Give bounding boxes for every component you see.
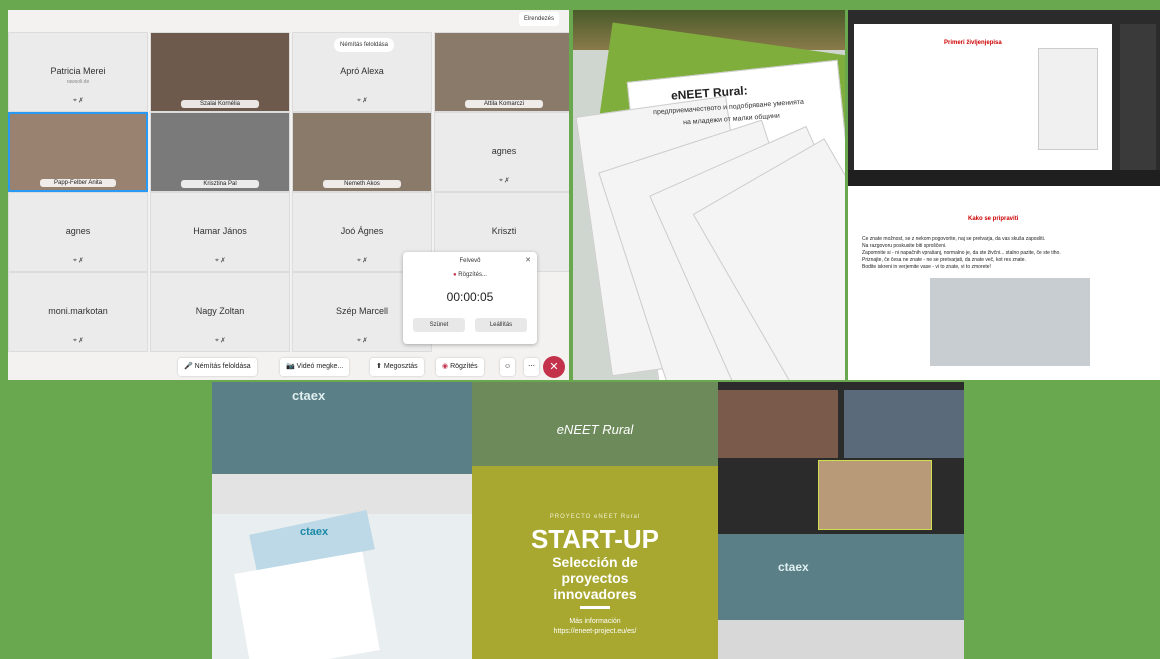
brand-wall-text: ctaex bbox=[292, 388, 326, 403]
participant-tile[interactable]: Papp-Felber Anita bbox=[8, 112, 148, 192]
slide-heading-1: Primeri življenjepisa bbox=[944, 40, 1002, 46]
table bbox=[212, 474, 472, 514]
unmute-label: Némítás feloldása bbox=[194, 363, 251, 370]
recording-status-text: Rögzítés... bbox=[458, 272, 487, 278]
participant-name: Joó Ágnes bbox=[340, 226, 384, 236]
participant-tile[interactable]: Krisztina Pal bbox=[150, 112, 290, 192]
cv-example bbox=[1038, 48, 1098, 150]
muted-mic-icon: ⌖ ✗ bbox=[357, 97, 367, 104]
recording-status: ● Rögzítés... bbox=[403, 272, 537, 278]
participant-name: Krisztina Pal bbox=[181, 180, 259, 188]
slide-line: Na razgovoru poskusite biti sproščeni. bbox=[862, 243, 947, 249]
participant-tile[interactable]: Patricia Merei rawsoli.de ⌖ ✗ bbox=[8, 32, 148, 112]
muted-mic-icon: ⌖ ✗ bbox=[215, 337, 225, 344]
participant-list bbox=[1120, 24, 1156, 174]
documents-photo: eNEET Rural: предприемачеството и подобр… bbox=[573, 10, 845, 380]
poster-brand: eNEET Rural bbox=[556, 422, 634, 437]
video-label: Videó megke... bbox=[296, 363, 344, 370]
participant-video-1 bbox=[718, 390, 838, 458]
muted-mic-icon: ⌖ ✗ bbox=[73, 337, 83, 344]
share-label: Megosztás bbox=[383, 363, 418, 370]
participant-tile[interactable]: Attila Komarczi bbox=[434, 32, 569, 112]
poster-kicker: PROYECTO eNEET Rural bbox=[549, 514, 641, 520]
record-icon: ◉ bbox=[442, 363, 449, 370]
participant-video-2 bbox=[844, 390, 964, 458]
layout-button[interactable]: Elrendezés bbox=[518, 12, 559, 26]
participant-name: Szalai Kornélia bbox=[181, 100, 259, 108]
muted-mic-icon: ⌖ ✗ bbox=[499, 177, 509, 184]
participant-name: agnes bbox=[491, 146, 517, 156]
close-icon[interactable]: ✕ bbox=[525, 256, 531, 264]
slide-line: Zapomnite si - ni napačnih vprašanj, nor… bbox=[862, 250, 1061, 256]
hang-up-button[interactable]: ✕ bbox=[543, 356, 565, 378]
unmute-chip[interactable]: Némítás feloldása bbox=[334, 38, 395, 52]
recorder-title: Felvevő bbox=[459, 258, 481, 264]
room-brand-text: ctaex bbox=[778, 560, 809, 574]
thumbnail-strip bbox=[848, 170, 1160, 186]
record-label: Rögzítés bbox=[450, 363, 478, 370]
poster-more: Más información bbox=[569, 618, 621, 625]
slide-line: Priznajte, če česa ne znate - ne se pret… bbox=[862, 257, 1026, 263]
recorder-popup: Felvevő ✕ ● Rögzítés... 00:00:05 Szünet … bbox=[403, 252, 537, 344]
participant-tile[interactable]: Nemeth Akos bbox=[292, 112, 432, 192]
recording-timer: 00:00:05 bbox=[446, 290, 494, 304]
poster-line-2: proyectos bbox=[561, 570, 629, 586]
poster-url: https://eneet-project.eu/es/ bbox=[553, 628, 637, 635]
meeting-photo: ctaex ctaex bbox=[212, 382, 472, 659]
slide-heading-2: Kako se pripraviti bbox=[968, 216, 1019, 222]
participant-name: Papp-Felber Anita bbox=[40, 179, 116, 187]
participant-tile[interactable]: moni.markotan ⌖ ✗ bbox=[8, 272, 148, 352]
participant-name: Attila Komarczi bbox=[465, 100, 543, 108]
participant-name: Apró Alexa bbox=[340, 66, 384, 76]
participant-tile[interactable]: Szalai Kornélia bbox=[150, 32, 290, 112]
slide-body: Ce znate možnost, se z nekom pogovorite,… bbox=[862, 236, 1102, 271]
participant-name: Hamar János bbox=[193, 226, 247, 236]
participant-tile[interactable]: agnes ⌖ ✗ bbox=[8, 192, 148, 272]
participant-name: agnes bbox=[65, 226, 91, 236]
slide-line: Ce znate možnost, se z nekom pogovorite,… bbox=[862, 236, 1046, 242]
online-meeting-photo: ctaex bbox=[718, 382, 964, 659]
participant-name: moni.markotan bbox=[48, 306, 108, 316]
poster-line-1: Selección de bbox=[552, 554, 638, 570]
reaction-button[interactable]: ☺ bbox=[500, 358, 516, 376]
table bbox=[718, 620, 964, 659]
participant-name: Nemeth Akos bbox=[323, 180, 401, 188]
stop-button[interactable]: Leállítás bbox=[475, 318, 527, 332]
more-button[interactable]: ⋯ bbox=[524, 358, 539, 376]
muted-mic-icon: ⌖ ✗ bbox=[73, 97, 83, 104]
participant-subtitle: rawsoli.de bbox=[66, 79, 90, 85]
slide-line: Bodite iskreni in verjemite vase - vi to… bbox=[862, 264, 991, 270]
pause-button[interactable]: Szünet bbox=[413, 318, 465, 332]
participant-tile[interactable]: Nagy Zoltan ⌖ ✗ bbox=[150, 272, 290, 352]
presentation-screenshot: Primeri življenjepisa Kako se pripraviti… bbox=[848, 10, 1160, 380]
participant-video-3 bbox=[818, 460, 932, 530]
interview-photo bbox=[930, 278, 1090, 366]
start-up-poster: eNEET Rural PROYECTO eNEET Rural START-U… bbox=[472, 382, 718, 659]
video-button[interactable]: 📷 Videó megke... bbox=[280, 358, 350, 376]
muted-mic-icon: ⌖ ✗ bbox=[73, 257, 83, 264]
video-call-screenshot: Elrendezés Patricia Merei rawsoli.de ⌖ ✗ Sz… bbox=[8, 10, 569, 380]
brochure-brand: ctaex bbox=[300, 526, 329, 538]
share-button[interactable]: ⬆ Megosztás bbox=[370, 358, 424, 376]
poster-title: START-UP bbox=[530, 524, 660, 554]
divider bbox=[580, 606, 610, 609]
record-button[interactable]: ◉ Rögzítés bbox=[436, 358, 484, 376]
muted-mic-icon: ⌖ ✗ bbox=[215, 257, 225, 264]
unmute-button[interactable]: 🎤 Némítás feloldása bbox=[178, 358, 257, 376]
participant-tile[interactable]: Hamar János ⌖ ✗ bbox=[150, 192, 290, 272]
participant-name: Kriszti bbox=[491, 226, 517, 236]
call-toolbar: 🎤 Némítás feloldása 📷 Videó megke... ⬆ M… bbox=[8, 354, 569, 380]
poster-line-3: innovadores bbox=[553, 586, 637, 602]
record-dot-icon: ● bbox=[453, 272, 457, 278]
participant-name: Nagy Zoltan bbox=[195, 306, 245, 316]
participant-name: Patricia Merei bbox=[50, 66, 106, 76]
participant-tile[interactable]: agnes ⌖ ✗ bbox=[434, 112, 569, 192]
